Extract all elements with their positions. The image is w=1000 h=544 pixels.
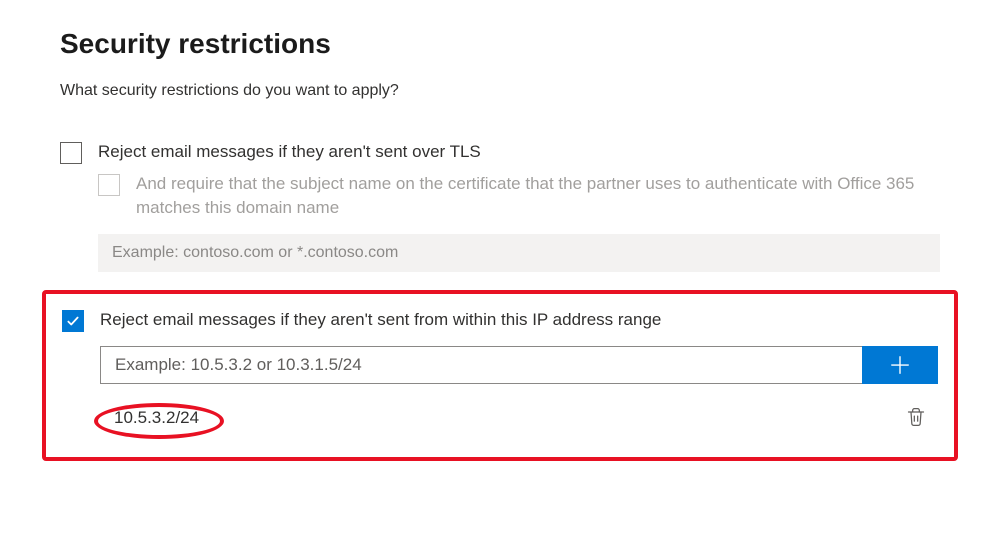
intro-text: What security restrictions do you want t… [60,82,940,100]
trash-icon [906,406,926,428]
option-ip-label: Reject email messages if they aren't sen… [100,308,661,332]
ip-input[interactable] [100,346,862,384]
ip-input-row [100,346,938,384]
add-ip-button[interactable] [862,346,938,384]
option-tls-sub-block: And require that the subject name on the… [98,172,940,272]
option-ip-checkbox[interactable] [62,310,84,332]
option-tls-sub-checkbox [98,174,120,196]
ip-list: 10.5.3.2/24 [100,398,938,439]
delete-ip-button[interactable] [902,402,930,435]
option-tls-row: Reject email messages if they aren't sen… [60,140,940,164]
option-tls-checkbox[interactable] [60,142,82,164]
ip-value: 10.5.3.2/24 [104,406,209,429]
ip-section-highlight: Reject email messages if they aren't sen… [42,290,958,461]
option-ip-row: Reject email messages if they aren't sen… [62,308,938,332]
option-tls-label: Reject email messages if they aren't sen… [98,140,481,164]
list-item: 10.5.3.2/24 [100,398,938,439]
plus-icon [889,354,911,376]
option-tls-sub-label: And require that the subject name on the… [136,172,940,220]
check-icon [66,314,80,328]
page-title: Security restrictions [60,28,940,60]
domain-input: Example: contoso.com or *.contoso.com [98,234,940,272]
